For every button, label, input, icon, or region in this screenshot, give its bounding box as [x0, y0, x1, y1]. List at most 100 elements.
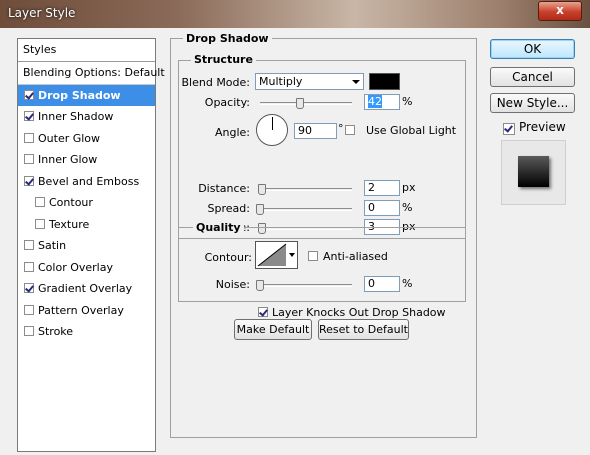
styles-items: Drop Shadow Inner Shadow Outer Glow Inner G…	[18, 84, 155, 343]
distance-input[interactable]: 2	[364, 180, 400, 196]
spread-input[interactable]: 0	[364, 200, 400, 216]
style-label: Satin	[38, 239, 67, 252]
style-label: Pattern Overlay	[38, 303, 124, 317]
spread-slider-thumb[interactable]	[256, 204, 264, 215]
quality-title: Quality	[193, 221, 244, 234]
opacity-value: 42	[368, 95, 382, 108]
contour-preview[interactable]	[255, 241, 289, 269]
title-bar: Layer Style x	[0, 0, 590, 28]
contour-dropdown-button[interactable]	[288, 241, 298, 269]
noise-slider-track[interactable]	[260, 284, 352, 287]
style-label: Drop Shadow	[38, 88, 121, 102]
angle-value: 90	[298, 124, 312, 137]
distance-slider-thumb[interactable]	[258, 184, 266, 195]
style-checkbox[interactable]	[24, 154, 34, 164]
contour-curve-icon	[257, 243, 287, 267]
structure-title: Structure	[191, 53, 256, 66]
distance-value: 2	[368, 181, 375, 194]
distance-label: Distance:	[198, 182, 250, 195]
styles-list: Styles Blending Options: Default Drop Sh…	[17, 38, 165, 452]
spread-unit: %	[402, 201, 413, 214]
noise-value: 0	[368, 277, 375, 290]
style-label: Contour	[49, 196, 93, 209]
layer-knocks-out-label: Layer Knocks Out Drop Shadow	[272, 306, 446, 319]
layer-knocks-out-checkbox[interactable]	[258, 307, 268, 317]
styles-item-satin[interactable]: Satin	[18, 235, 155, 257]
shadow-color-swatch[interactable]	[369, 73, 400, 90]
styles-item-texture[interactable]: Texture	[18, 214, 155, 236]
chevron-down-icon	[352, 80, 360, 84]
style-checkbox[interactable]	[35, 197, 45, 207]
style-checkbox[interactable]	[24, 261, 34, 272]
spread-slider-track[interactable]	[260, 208, 352, 211]
style-label: Inner Glow	[38, 153, 98, 166]
spread-value: 0	[368, 201, 375, 214]
style-checkbox[interactable]	[24, 283, 34, 293]
distance-slider-track[interactable]	[260, 188, 352, 191]
styles-item-bevel-and-emboss[interactable]: Bevel and Emboss	[18, 171, 155, 193]
angle-input[interactable]: 90	[294, 123, 337, 139]
styles-item-inner-shadow[interactable]: Inner Shadow	[18, 106, 155, 128]
preview-swatch	[518, 156, 549, 187]
use-global-light-label: Use Global Light	[366, 124, 457, 137]
ok-button[interactable]: OK	[490, 39, 575, 59]
anti-aliased-label: Anti-aliased	[323, 250, 388, 263]
style-label: Texture	[49, 217, 90, 231]
style-label: Color Overlay	[38, 260, 113, 274]
close-button[interactable]: x	[538, 1, 582, 21]
cancel-button[interactable]: Cancel	[490, 67, 575, 87]
style-checkbox[interactable]	[24, 132, 34, 143]
preview-checkbox[interactable]	[503, 123, 515, 135]
style-label: Bevel and Emboss	[38, 174, 140, 188]
styles-item-gradient-overlay[interactable]: Gradient Overlay	[18, 278, 155, 300]
style-checkbox[interactable]	[35, 218, 45, 229]
angle-unit: °	[338, 122, 344, 135]
angle-label: Angle:	[214, 126, 250, 139]
style-checkbox[interactable]	[24, 89, 34, 100]
reset-to-default-button[interactable]: Reset to Default	[318, 319, 409, 340]
opacity-slider-thumb[interactable]	[295, 98, 304, 109]
blending-options-item[interactable]: Blending Options: Default	[18, 62, 165, 85]
style-checkbox[interactable]	[24, 175, 34, 186]
style-label: Outer Glow	[38, 131, 101, 145]
blend-mode-label: Blend Mode:	[181, 76, 251, 89]
noise-unit: %	[402, 277, 413, 290]
preview-label: Preview	[519, 120, 566, 134]
angle-dial[interactable]	[256, 114, 288, 146]
contour-label: Contour:	[204, 251, 252, 264]
style-checkbox[interactable]	[24, 304, 34, 315]
window-title: Layer Style	[8, 6, 76, 20]
styles-item-outer-glow[interactable]: Outer Glow	[18, 128, 155, 150]
style-label: Stroke	[38, 325, 74, 338]
styles-header: Styles	[18, 39, 155, 62]
opacity-input[interactable]: 42	[364, 94, 400, 110]
noise-label: Noise:	[215, 278, 250, 291]
styles-item-pattern-overlay[interactable]: Pattern Overlay	[18, 300, 155, 322]
distance-unit: px	[402, 181, 416, 194]
styles-item-inner-glow[interactable]: Inner Glow	[18, 149, 155, 171]
styles-item-color-overlay[interactable]: Color Overlay	[18, 257, 155, 279]
opacity-unit: %	[402, 95, 413, 108]
styles-item-drop-shadow[interactable]: Drop Shadow	[18, 84, 155, 106]
style-label: Inner Shadow	[38, 110, 114, 123]
drop-shadow-group-title: Drop Shadow	[183, 32, 272, 45]
styles-item-contour[interactable]: Contour	[18, 192, 155, 214]
blend-mode-select[interactable]: Multiply	[255, 73, 364, 90]
opacity-slider-track[interactable]	[260, 102, 352, 105]
style-label: Gradient Overlay	[38, 282, 133, 295]
new-style-button[interactable]: New Style...	[490, 93, 575, 113]
opacity-label: Opacity:	[204, 96, 250, 109]
style-checkbox[interactable]	[24, 240, 34, 250]
use-global-light-checkbox[interactable]	[345, 125, 355, 135]
noise-slider-thumb[interactable]	[256, 280, 264, 291]
styles-item-stroke[interactable]: Stroke	[18, 321, 155, 343]
style-checkbox[interactable]	[24, 326, 34, 336]
blend-mode-value: Multiply	[259, 75, 303, 88]
spread-label: Spread:	[207, 202, 250, 215]
anti-aliased-checkbox[interactable]	[308, 251, 318, 261]
make-default-button[interactable]: Make Default	[234, 319, 312, 340]
preview-thumbnail	[501, 140, 566, 205]
noise-input[interactable]: 0	[364, 276, 400, 292]
style-checkbox[interactable]	[24, 111, 34, 121]
angle-needle	[272, 117, 273, 130]
